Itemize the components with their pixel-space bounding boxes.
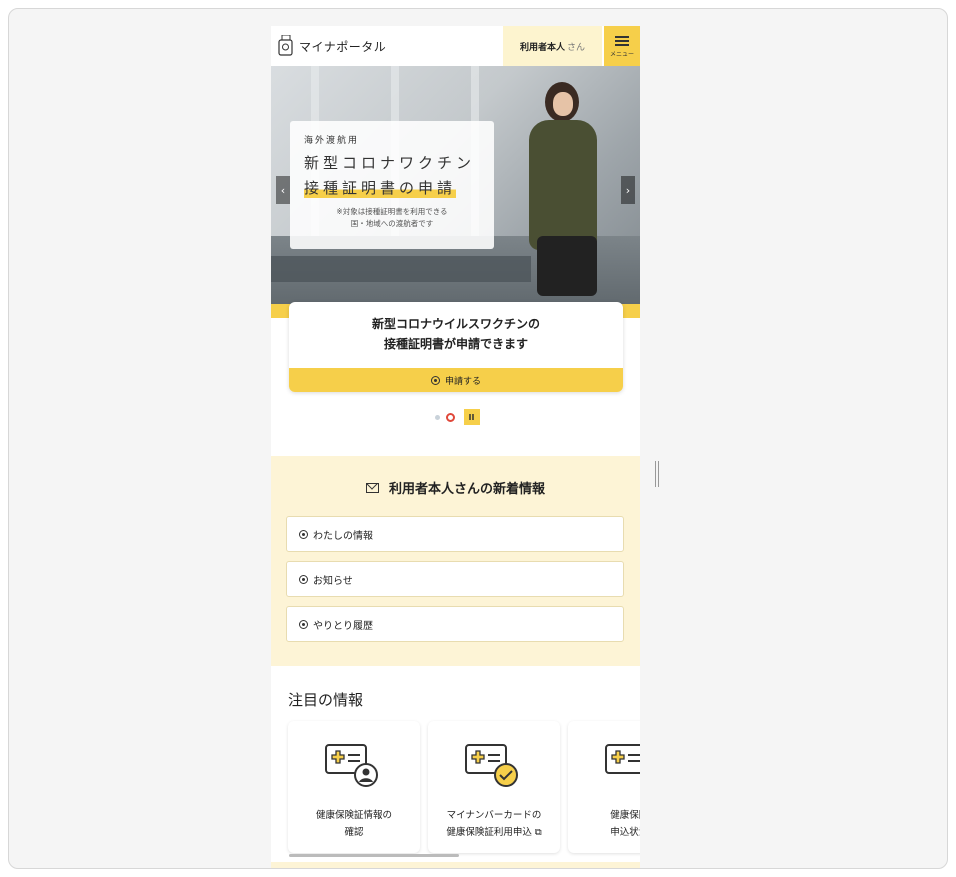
- news-item-label: やりとり履歴: [313, 620, 373, 632]
- featured-card-line-1: マイナンバーカードの: [446, 810, 542, 821]
- featured-card-label: 健康保険証 申込状況を: [568, 807, 640, 841]
- featured-card-label: マイナンバーカードの 健康保険証利用申込 ⧉: [428, 807, 560, 841]
- carousel-next-button[interactable]: ›: [621, 176, 635, 204]
- carousel-dot[interactable]: [434, 414, 440, 420]
- circle-arrow-icon: [299, 619, 308, 629]
- featured-card-insurance-info[interactable]: 健康保険証情報の 確認: [288, 721, 420, 853]
- featured-card-line-1: 健康保険証: [610, 810, 640, 821]
- hero-note-2: 国・地域への渡航者です: [350, 219, 434, 228]
- mail-icon: [365, 482, 379, 493]
- news-item-notices[interactable]: お知らせ: [286, 561, 624, 597]
- logo-mark-icon: [278, 35, 293, 56]
- featured-card-line-2: 健康保険証利用申込 ⧉: [446, 827, 542, 838]
- carousel-prev-button[interactable]: ‹: [276, 176, 290, 204]
- news-item-history[interactable]: やりとり履歴: [286, 606, 624, 642]
- hero-line-2: 新型コロナワクチン: [304, 154, 476, 172]
- menu-button[interactable]: メニュー: [604, 26, 640, 66]
- hero-line-3: 接種証明書の申請: [304, 177, 457, 198]
- news-item-label: お知らせ: [313, 575, 353, 587]
- featured-title: 注目の情報: [288, 691, 364, 709]
- hero-text-panel: 海外渡航用 新型コロナワクチン 接種証明書の申請 ※対象は接種証明書を利用できる…: [290, 121, 494, 249]
- news-title: 利用者本人さんの新着情報: [271, 478, 640, 497]
- slide-card-title-1: 新型コロナウイルスワクチンの: [371, 317, 540, 331]
- next-section-edge: [271, 862, 640, 868]
- insurance-card-check-icon: [465, 744, 518, 787]
- hero-photo-person: [507, 76, 617, 296]
- hero-line-1: 海外渡航用: [304, 136, 360, 146]
- news-item-my-info[interactable]: わたしの情報: [286, 516, 624, 552]
- logo-text: マイナポータル: [299, 39, 387, 54]
- carousel-dot-active[interactable]: [445, 412, 455, 422]
- browser-viewport: マイナポータル 利用者本人 さん メニュー 海外渡航用 新型コロナワクチン 接種…: [8, 8, 948, 869]
- featured-card-line-2: 確認: [344, 827, 364, 838]
- resize-handle[interactable]: [655, 461, 659, 487]
- hamburger-icon: [615, 34, 629, 48]
- slide-card-title: 新型コロナウイルスワクチンの 接種証明書が申請できます: [289, 314, 623, 354]
- circle-arrow-icon: [299, 574, 308, 584]
- user-name-badge[interactable]: 利用者本人 さん: [503, 26, 602, 66]
- slide-card-title-2: 接種証明書が申請できます: [383, 337, 528, 351]
- hero-note-1: ※対象は接種証明書を利用できる: [336, 207, 448, 216]
- horizontal-scrollbar[interactable]: [289, 854, 459, 857]
- news-title-text: 利用者本人さんの新着情報: [388, 482, 545, 497]
- logo[interactable]: マイナポータル: [277, 35, 386, 57]
- menu-label: メニュー: [609, 51, 634, 58]
- insurance-card-person-icon: [325, 744, 378, 787]
- hero-carousel-slide[interactable]: 海外渡航用 新型コロナワクチン 接種証明書の申請 ※対象は接種証明書を利用できる…: [271, 66, 640, 314]
- featured-card-line-1: 健康保険証情報の: [315, 810, 392, 821]
- featured-card-label: 健康保険証情報の 確認: [288, 807, 420, 841]
- featured-card-insurance-apply[interactable]: マイナンバーカードの 健康保険証利用申込 ⧉: [428, 721, 560, 853]
- user-name: 利用者本人: [519, 42, 565, 53]
- carousel-pause-button[interactable]: II: [463, 409, 480, 425]
- carousel-indicators: II: [271, 409, 640, 425]
- user-suffix: さん: [567, 42, 586, 53]
- news-item-label: わたしの情報: [313, 530, 373, 542]
- featured-card-line-2: 申込状況を: [610, 827, 640, 838]
- hero-note: ※対象は接種証明書を利用できる 国・地域への渡航者です: [304, 206, 480, 230]
- mobile-page: マイナポータル 利用者本人 さん メニュー 海外渡航用 新型コロナワクチン 接種…: [271, 26, 640, 868]
- header: マイナポータル 利用者本人 さん メニュー: [271, 26, 640, 66]
- apply-button-label: 申請する: [444, 376, 481, 387]
- insurance-card-icon: [605, 744, 640, 774]
- news-section: 利用者本人さんの新着情報 わたしの情報 お知らせ やりとり履歴: [271, 456, 640, 666]
- apply-button[interactable]: 申請する: [289, 368, 623, 392]
- featured-card-insurance-status[interactable]: 健康保険証 申込状況を: [568, 721, 640, 853]
- circle-arrow-icon: [299, 529, 308, 539]
- circle-arrow-icon: [430, 375, 440, 385]
- slide-info-card: 新型コロナウイルスワクチンの 接種証明書が申請できます 申請する: [289, 302, 623, 392]
